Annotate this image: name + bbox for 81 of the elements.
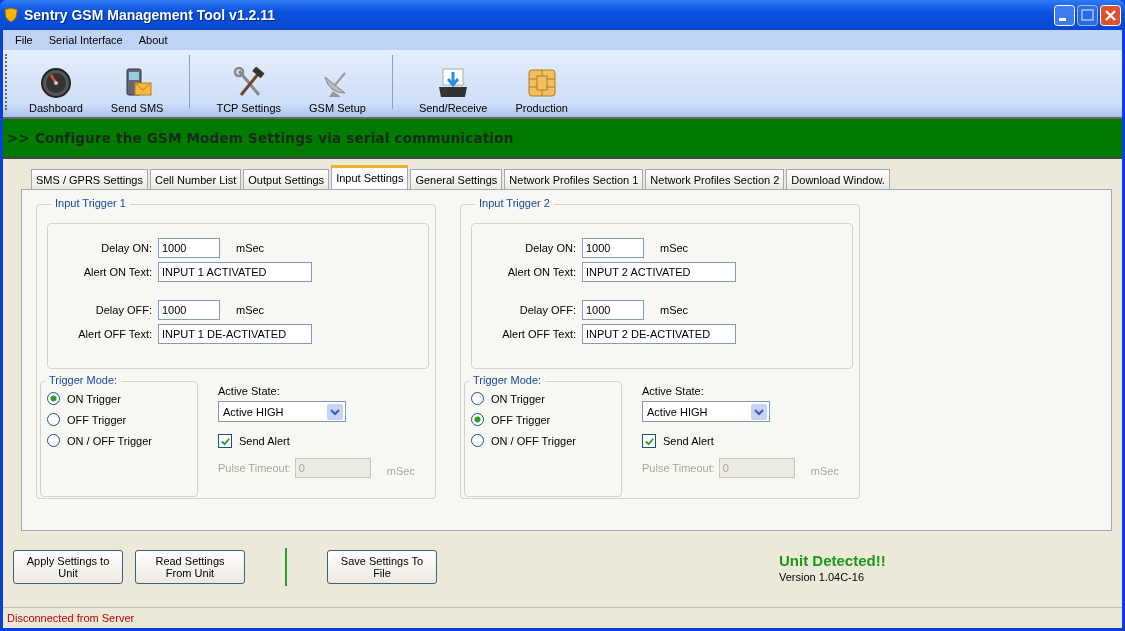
radio-button[interactable]: [47, 392, 60, 405]
toolbar-button[interactable]: Dashboard: [15, 67, 97, 114]
toolbar-button[interactable]: Send SMS: [96, 67, 178, 114]
unit-label: mSec: [386, 465, 415, 477]
gauge-icon: [39, 67, 72, 99]
unit-label: mSec: [660, 304, 689, 316]
radio-label: ON Trigger: [491, 392, 545, 405]
shield-icon: [4, 7, 18, 23]
group-title: Trigger Mode:: [469, 374, 546, 386]
menu-item[interactable]: File: [7, 32, 41, 48]
dropdown[interactable]: Active HIGH: [218, 401, 346, 422]
action-button[interactable]: Apply Settings to Unit: [13, 550, 123, 584]
toolbar-button[interactable]: GSM Setup: [295, 67, 380, 114]
tab[interactable]: Input Settings: [331, 165, 409, 189]
input-field[interactable]: INPUT 2 DE-ACTIVATED: [582, 324, 736, 344]
action-button[interactable]: Read Settings From Unit: [135, 550, 245, 584]
action-button[interactable]: Save Settings To File: [327, 550, 437, 584]
field-label: Active State:: [218, 385, 281, 397]
input-field[interactable]: 1000: [582, 238, 644, 258]
group-title: Input Trigger 2: [475, 197, 554, 209]
radio-button[interactable]: [47, 413, 60, 426]
unit-label: mSec: [236, 304, 265, 316]
field-label: Alert ON Text:: [82, 266, 152, 278]
tab[interactable]: Cell Number List: [150, 169, 242, 189]
radio-label: ON / OFF Trigger: [491, 434, 576, 447]
field-label: Alert OFF Text:: [501, 328, 576, 340]
group-title: Input Trigger 1: [51, 197, 130, 209]
unit-label: mSec: [810, 465, 839, 477]
tab[interactable]: General Settings: [410, 169, 503, 189]
input-field[interactable]: INPUT 2 ACTIVATED: [582, 262, 736, 282]
tab[interactable]: Download Window.: [786, 169, 890, 189]
toolbar-button[interactable]: Send/Receive: [404, 67, 502, 114]
input-field[interactable]: 1000: [158, 238, 220, 258]
field-label: Alert ON Text:: [506, 266, 576, 278]
tab[interactable]: Network Profiles Section 1: [504, 169, 644, 189]
unit-status: Unit Detected!!: [779, 551, 886, 569]
radio-label: OFF Trigger: [67, 413, 127, 426]
checkbox[interactable]: [218, 434, 232, 448]
input-field[interactable]: INPUT 1 ACTIVATED: [158, 262, 312, 282]
field-label: Pulse Timeout:: [218, 462, 291, 474]
version-label: Version 1.04C-16: [779, 570, 865, 583]
sim-chip-icon: [525, 67, 558, 99]
status-text: Disconnected from Server: [7, 612, 135, 624]
close-button[interactable]: [1100, 4, 1121, 26]
dropdown[interactable]: Active HIGH: [642, 401, 770, 422]
checkbox-label: Send Alert: [239, 435, 290, 447]
menu-item[interactable]: Serial Interface: [40, 32, 131, 48]
input-field[interactable]: 1000: [158, 300, 220, 320]
tab[interactable]: SMS / GPRS Settings: [31, 169, 148, 189]
radio-label: ON / OFF Trigger: [67, 434, 152, 447]
radio-button[interactable]: [471, 434, 484, 447]
minimize-button[interactable]: [1054, 4, 1075, 26]
inbox-icon: [437, 67, 470, 99]
toolbar-button[interactable]: TCP Settings: [202, 67, 296, 114]
field-label: Delay OFF:: [518, 304, 576, 316]
field-label: Pulse Timeout:: [642, 462, 715, 474]
radio-label: ON Trigger: [67, 392, 121, 405]
field-label: Delay ON:: [100, 242, 152, 254]
maximize-button[interactable]: [1077, 4, 1098, 26]
field-label: Delay ON:: [524, 242, 576, 254]
field-label: Delay OFF:: [94, 304, 152, 316]
unit-label: mSec: [660, 242, 689, 254]
checkbox[interactable]: [642, 434, 656, 448]
input-field[interactable]: INPUT 1 DE-ACTIVATED: [158, 324, 312, 344]
tab[interactable]: Output Settings: [243, 169, 330, 189]
tab[interactable]: Network Profiles Section 2: [645, 169, 785, 189]
radio-label: OFF Trigger: [491, 413, 551, 426]
checkbox-label: Send Alert: [663, 435, 714, 447]
radio-button[interactable]: [471, 392, 484, 405]
menu-item[interactable]: About: [130, 32, 176, 48]
window-title: Sentry GSM Management Tool v1.2.11: [24, 7, 276, 23]
field-label: Active State:: [642, 385, 705, 397]
tools-icon: [232, 67, 265, 99]
field-label: Alert OFF Text:: [77, 328, 152, 340]
toolbar-button[interactable]: Production: [501, 67, 582, 114]
radio-button[interactable]: [471, 413, 484, 426]
group-title: Trigger Mode:: [45, 374, 122, 386]
input-field[interactable]: 1000: [582, 300, 644, 320]
banner-text: >> Configure the GSM Modem Settings via serial communication: [7, 130, 514, 146]
unit-label: mSec: [236, 242, 265, 254]
radio-button[interactable]: [47, 434, 60, 447]
